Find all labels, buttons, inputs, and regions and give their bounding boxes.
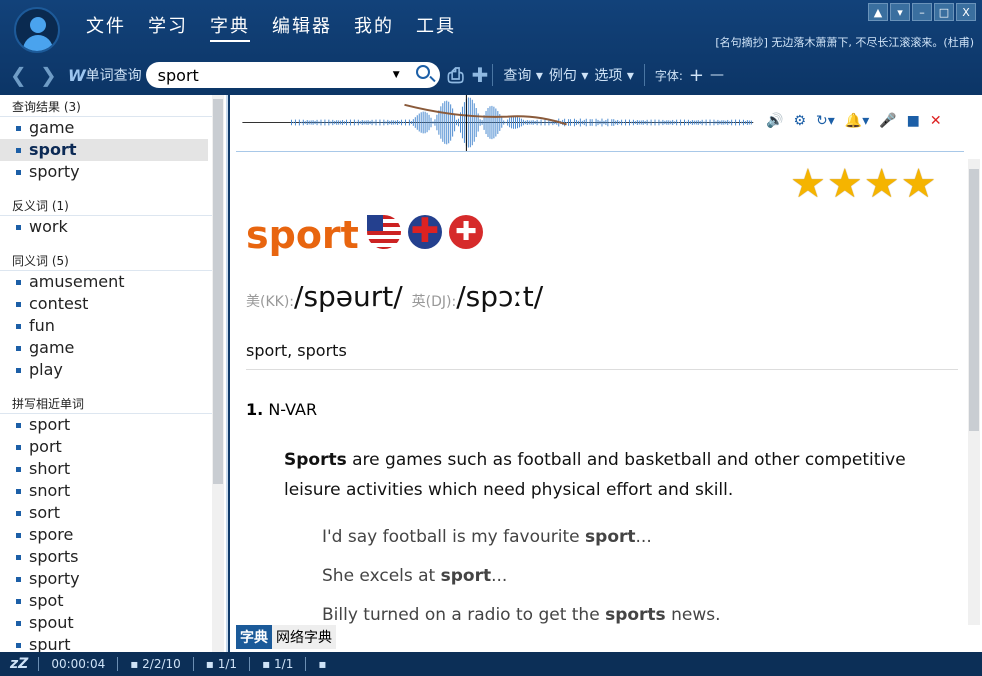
- word-list-item[interactable]: contest: [0, 293, 208, 315]
- font-decrease[interactable]: —: [710, 67, 724, 83]
- example-sentence: She excels at sport...: [322, 566, 508, 586]
- font-increase[interactable]: +: [689, 65, 704, 86]
- us-flag-icon[interactable]: [367, 215, 401, 249]
- tab-web-dictionary[interactable]: 网络字典: [272, 625, 336, 649]
- menu-mine[interactable]: 我的: [354, 12, 394, 42]
- back-icon[interactable]: ❮: [10, 63, 30, 87]
- font-label: 字体:: [654, 68, 683, 83]
- status-b: ▪ 1/1: [192, 657, 249, 671]
- status-bar: zZ 00:00:04 ▪ 2/2/10 ▪ 1/1 ▪ 1/1 ▪: [0, 652, 982, 676]
- word-list-item[interactable]: sport: [0, 139, 208, 161]
- word-list-item[interactable]: snort: [0, 480, 208, 502]
- word-list-item[interactable]: spout: [0, 612, 208, 634]
- sleep-icon[interactable]: zZ: [0, 656, 38, 672]
- word-list-item[interactable]: sport: [0, 414, 208, 436]
- right-scrollbar[interactable]: [968, 159, 980, 625]
- example-sentence: I'd say football is my favourite sport..…: [322, 527, 652, 547]
- group-header: 查询结果 (3): [0, 95, 212, 117]
- word-list-item[interactable]: game: [0, 337, 208, 359]
- close-button[interactable]: X: [956, 3, 976, 21]
- word-list-item[interactable]: spurt: [0, 634, 208, 652]
- query-menu[interactable]: 查询 ▾: [503, 65, 542, 85]
- phonetics: 美(KK):/spəurt/ 英(DJ):/spɔːt/: [246, 280, 544, 313]
- headword: sport: [246, 213, 359, 257]
- word-list-item[interactable]: sports: [0, 546, 208, 568]
- print-icon[interactable]: ⎙: [448, 63, 464, 87]
- word-list-item[interactable]: amusement: [0, 271, 208, 293]
- menu-dictionary[interactable]: 字典: [210, 12, 250, 42]
- group-header: 同义词 (5): [0, 249, 212, 271]
- user-avatar[interactable]: [14, 7, 60, 53]
- word-list-item[interactable]: play: [0, 359, 208, 381]
- word-list-item[interactable]: short: [0, 458, 208, 480]
- status-time: 00:00:04: [38, 657, 117, 671]
- definition-panel: 🔊 ⚙ ↻▾ 🔔▾ 🎤 ■ ✕ ★★★★ sport ✚ ✚ 美(KK):/sp…: [230, 95, 982, 652]
- word-list-item[interactable]: port: [0, 436, 208, 458]
- word-list-item[interactable]: sort: [0, 502, 208, 524]
- close-audio-icon[interactable]: ✕: [930, 113, 942, 129]
- repeat-icon[interactable]: ↻▾: [816, 113, 835, 129]
- word-list-item[interactable]: spot: [0, 590, 208, 612]
- sense-header: 1. N-VAR: [246, 400, 318, 419]
- status-a: ▪ 2/2/10: [117, 657, 193, 671]
- bell-icon[interactable]: 🔔▾: [845, 113, 869, 129]
- menu-tools[interactable]: 工具: [416, 12, 456, 42]
- tab-dictionary[interactable]: 字典: [236, 625, 272, 649]
- volume-icon[interactable]: 🔊: [766, 113, 783, 129]
- toolbar: ❮ ❯ W 单词查询 sport ▼ ⎙ ✚ 查询 ▾ 例句 ▾ 选项 ▾ 字体…: [0, 62, 982, 88]
- word-list-panel: 查询结果 (3) game sport sporty 反义词 (1) work 同义词 (5…: [0, 95, 228, 652]
- main-menu: 文件 学习 字典 编辑器 我的 工具: [86, 12, 478, 42]
- stop-icon[interactable]: ■: [907, 113, 920, 129]
- minimize-button[interactable]: –: [912, 3, 932, 21]
- skin-icon[interactable]: ▲: [868, 3, 888, 21]
- left-scrollbar[interactable]: [212, 95, 224, 652]
- search-input[interactable]: sport ▼: [145, 62, 440, 88]
- dropdown-icon[interactable]: ▼: [393, 70, 400, 80]
- examples-menu[interactable]: 例句 ▾: [549, 65, 588, 85]
- rating-stars: ★★★★: [790, 161, 938, 207]
- w-logo: W: [68, 65, 86, 85]
- word-list-item[interactable]: game: [0, 117, 208, 139]
- menu-editor[interactable]: 编辑器: [272, 12, 332, 42]
- search-value[interactable]: sport: [158, 66, 199, 85]
- add-icon[interactable]: ✚: [472, 63, 489, 87]
- search-icon[interactable]: [415, 65, 430, 79]
- menu-learn[interactable]: 学习: [148, 12, 188, 42]
- lookup-label: 单词查询: [85, 68, 142, 84]
- word-list-item[interactable]: fun: [0, 315, 208, 337]
- word-list-item[interactable]: sporty: [0, 568, 208, 590]
- menu-file[interactable]: 文件: [86, 12, 126, 42]
- word-forms: sport, sports: [246, 341, 347, 360]
- title-bar: 文件 学习 字典 编辑器 我的 工具 ▲ ▾ – □ X [名句摘抄] 无边落木…: [0, 0, 982, 95]
- forward-icon[interactable]: ❯: [40, 63, 60, 87]
- word-list-item[interactable]: sporty: [0, 161, 208, 183]
- definition: Sports are games such as football and ba…: [284, 450, 906, 500]
- group-header: 反义词 (1): [0, 194, 212, 216]
- status-d: ▪: [305, 657, 338, 671]
- options-menu[interactable]: 选项 ▾: [594, 65, 633, 85]
- menu-icon[interactable]: ▾: [890, 3, 910, 21]
- group-header: 拼写相近单词: [0, 392, 212, 414]
- status-c: ▪ 1/1: [249, 657, 305, 671]
- word-list-item[interactable]: spore: [0, 524, 208, 546]
- microphone-icon[interactable]: 🎤: [879, 113, 896, 129]
- example-sentence: Billy turned on a radio to get the sport…: [322, 605, 721, 625]
- uk-flag-icon[interactable]: ✚: [408, 215, 442, 249]
- word-list-item[interactable]: work: [0, 216, 208, 238]
- add-word-icon[interactable]: ✚: [449, 215, 483, 249]
- quote-text[interactable]: [名句摘抄] 无边落木萧萧下, 不尽长江滚滚来。(杜甫): [715, 34, 974, 50]
- maximize-button[interactable]: □: [934, 3, 954, 21]
- settings-icon[interactable]: ⚙: [793, 113, 806, 129]
